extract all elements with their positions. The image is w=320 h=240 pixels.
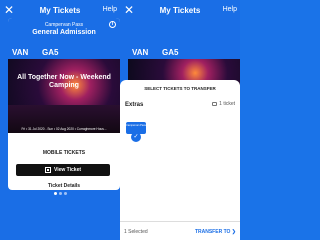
help-link[interactable]: Help — [223, 6, 237, 13]
pagination-dot[interactable] — [53, 192, 57, 195]
transfer-sheet: SELECT TICKETS TO TRANSFER Extras 1 tick… — [120, 80, 240, 240]
pagination-dots — [0, 192, 120, 195]
mobile-tickets-label: MOBILE TICKETS — [42, 150, 86, 156]
ticket-card: Campervan Pass General Admission i VAN G… — [8, 18, 120, 190]
seat-label: GA5 — [42, 48, 59, 57]
transfer-screen: ✕ My Tickets Help VAN GA5 SELECT TICKETS… — [120, 0, 240, 240]
admission-label: General Admission — [32, 29, 96, 36]
view-ticket-label: View Ticket — [53, 167, 82, 173]
section-label: VAN — [132, 48, 149, 57]
ticket-icon — [212, 102, 218, 106]
event-dates: Fri • 31 Jul 2020 - Sun • 02 Aug 2020 • … — [21, 127, 107, 131]
qr-icon — [44, 167, 51, 173]
seat-label: GA5 — [162, 48, 179, 57]
transfer-to-button[interactable]: TRANSFER TO ❯ — [195, 229, 236, 235]
section-label: VAN — [12, 48, 29, 57]
ticket-count: 1 ticket — [212, 101, 235, 107]
event-image — [8, 59, 120, 133]
pagination-dot[interactable] — [58, 192, 62, 195]
info-icon[interactable]: i — [109, 21, 116, 28]
selected-count: 1 Selected — [124, 229, 148, 235]
event-name: All Together Now - Weekend Camping — [17, 74, 111, 89]
bottom-bar: 1 Selected TRANSFER TO ❯ — [120, 221, 240, 240]
ticket-count-label: 1 ticket — [219, 101, 235, 107]
checkmark-icon[interactable]: ✓ — [131, 132, 141, 142]
sheet-title: SELECT TICKETS TO TRANSFER — [144, 86, 216, 91]
extras-label: Extras — [125, 102, 144, 108]
pass-label: Campervan Pass — [44, 22, 84, 28]
my-tickets-screen: ✕ My Tickets Help Campervan Pass General… — [0, 0, 120, 240]
ticket-details-link[interactable]: Ticket Details — [8, 183, 120, 189]
pagination-dot[interactable] — [63, 192, 67, 195]
help-link[interactable]: Help — [103, 6, 117, 13]
view-ticket-button[interactable]: View Ticket — [16, 164, 110, 176]
